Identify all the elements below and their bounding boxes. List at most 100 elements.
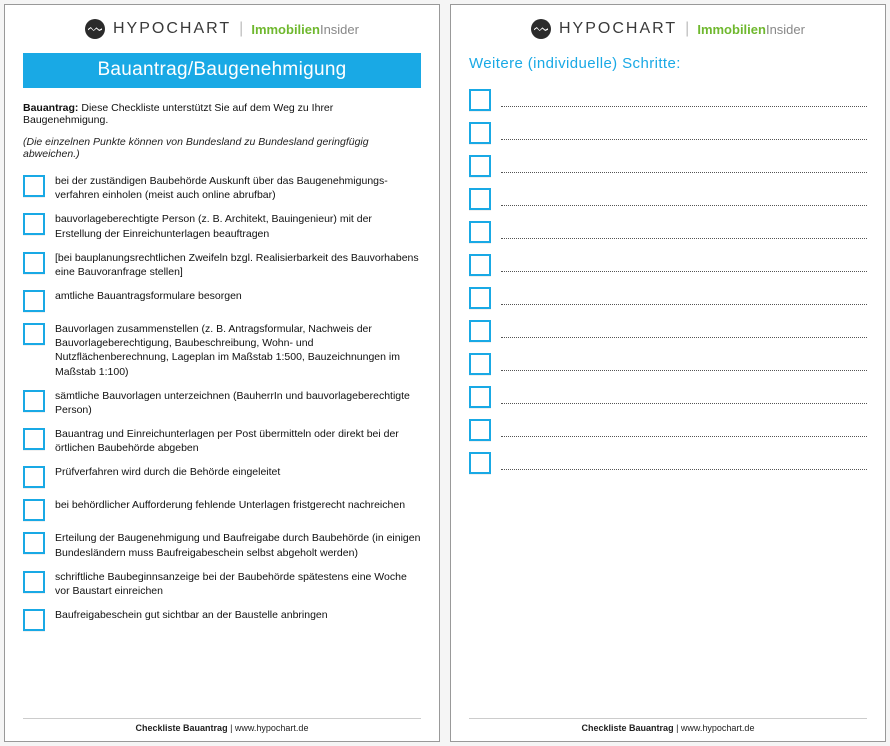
checkbox[interactable] <box>469 287 491 309</box>
sub-brand-green: Immobilien <box>251 22 320 37</box>
checklist-item-text: [bei bauplanungsrechtlichen Zweifeln bzg… <box>55 251 421 279</box>
checkbox[interactable] <box>23 213 45 235</box>
brand-divider: | <box>685 20 689 38</box>
checkbox[interactable] <box>23 252 45 274</box>
write-in-line[interactable] <box>501 159 867 173</box>
blank-row <box>469 418 867 441</box>
checkbox[interactable] <box>469 419 491 441</box>
write-in-line[interactable] <box>501 423 867 437</box>
sub-brand-green: Immobilien <box>697 22 766 37</box>
footer-sep: | <box>228 723 235 733</box>
checklist-item: bei der zuständigen Baubehörde Auskunft … <box>23 174 421 202</box>
blank-row <box>469 286 867 309</box>
checklist-item-text: amtliche Bauantragsformulare besorgen <box>55 289 242 303</box>
checklist-item-text: bauvorlageberechtigte Person (z. B. Arch… <box>55 212 421 240</box>
blank-row <box>469 154 867 177</box>
checkbox[interactable] <box>469 155 491 177</box>
checklist-item: Bauantrag und Einreichunterlagen per Pos… <box>23 427 421 455</box>
checklist: bei der zuständigen Baubehörde Auskunft … <box>23 174 421 631</box>
checklist-item-text: Baufreigabeschein gut sichtbar an der Ba… <box>55 608 328 622</box>
checkbox[interactable] <box>469 386 491 408</box>
brand-header: HYPOCHART | ImmobilienInsider <box>469 19 867 39</box>
write-in-line[interactable] <box>501 357 867 371</box>
footer-url: www.hypochart.de <box>681 723 755 733</box>
write-in-line[interactable] <box>501 291 867 305</box>
blank-row <box>469 220 867 243</box>
sub-brand-grey: Insider <box>766 22 805 37</box>
blank-checklist <box>469 88 867 474</box>
checkbox[interactable] <box>469 452 491 474</box>
brand-name: HYPOCHART <box>559 20 677 38</box>
checklist-item: [bei bauplanungsrechtlichen Zweifeln bzg… <box>23 251 421 279</box>
write-in-line[interactable] <box>501 390 867 404</box>
write-in-line[interactable] <box>501 192 867 206</box>
logo-icon <box>85 19 105 39</box>
checklist-item-text: Erteilung der Baugenehmigung und Baufrei… <box>55 531 421 559</box>
footer-sep: | <box>674 723 681 733</box>
blank-row <box>469 385 867 408</box>
page-footer: Checkliste Bauantrag | www.hypochart.de <box>23 718 421 733</box>
write-in-line[interactable] <box>501 225 867 239</box>
checklist-item-text: Prüfverfahren wird durch die Behörde ein… <box>55 465 280 479</box>
checkbox[interactable] <box>23 175 45 197</box>
checklist-item-text: bei behördlicher Aufforderung fehlende U… <box>55 498 405 512</box>
checklist-item: bei behördlicher Aufforderung fehlende U… <box>23 498 421 521</box>
checklist-item: Prüfverfahren wird durch die Behörde ein… <box>23 465 421 488</box>
checklist-item-text: schriftliche Baubeginnsanzeige bei der B… <box>55 570 421 598</box>
write-in-line[interactable] <box>501 324 867 338</box>
checkbox[interactable] <box>23 323 45 345</box>
checkbox[interactable] <box>23 532 45 554</box>
write-in-line[interactable] <box>501 93 867 107</box>
page-footer: Checkliste Bauantrag | www.hypochart.de <box>469 718 867 733</box>
footer-title: Checkliste Bauantrag <box>136 723 228 733</box>
write-in-line[interactable] <box>501 126 867 140</box>
checklist-item-text: Bauantrag und Einreichunterlagen per Pos… <box>55 427 421 455</box>
checkbox[interactable] <box>469 221 491 243</box>
page-title: Bauantrag/Baugenehmigung <box>23 53 421 88</box>
checkbox[interactable] <box>23 571 45 593</box>
blank-row <box>469 121 867 144</box>
checkbox[interactable] <box>23 428 45 450</box>
checkbox[interactable] <box>469 353 491 375</box>
checkbox[interactable] <box>23 390 45 412</box>
sub-brand-grey: Insider <box>320 22 359 37</box>
blank-row <box>469 352 867 375</box>
checklist-item: Baufreigabeschein gut sichtbar an der Ba… <box>23 608 421 631</box>
write-in-line[interactable] <box>501 258 867 272</box>
checkbox[interactable] <box>23 609 45 631</box>
checklist-item: Erteilung der Baugenehmigung und Baufrei… <box>23 531 421 559</box>
checklist-item-text: bei der zuständigen Baubehörde Auskunft … <box>55 174 421 202</box>
brand-divider: | <box>239 20 243 38</box>
brand-header: HYPOCHART | ImmobilienInsider <box>23 19 421 39</box>
checklist-item: bauvorlageberechtigte Person (z. B. Arch… <box>23 212 421 240</box>
page-1: HYPOCHART | ImmobilienInsider Bauantrag/… <box>4 4 440 742</box>
checkbox[interactable] <box>469 188 491 210</box>
footer-url: www.hypochart.de <box>235 723 309 733</box>
checkbox[interactable] <box>469 320 491 342</box>
checkbox[interactable] <box>23 466 45 488</box>
checklist-item: Bauvorlagen zusammenstellen (z. B. Antra… <box>23 322 421 379</box>
page-2: HYPOCHART | ImmobilienInsider Weitere (i… <box>450 4 886 742</box>
checkbox[interactable] <box>23 290 45 312</box>
checkbox[interactable] <box>23 499 45 521</box>
checklist-item-text: sämtliche Bauvorlagen unterzeichnen (Bau… <box>55 389 421 417</box>
checkbox[interactable] <box>469 89 491 111</box>
checkbox[interactable] <box>469 122 491 144</box>
blank-row <box>469 88 867 111</box>
write-in-line[interactable] <box>501 456 867 470</box>
blank-row <box>469 319 867 342</box>
sub-brand: ImmobilienInsider <box>251 22 359 37</box>
checkbox[interactable] <box>469 254 491 276</box>
blank-row <box>469 451 867 474</box>
footer-title: Checkliste Bauantrag <box>582 723 674 733</box>
checklist-item: schriftliche Baubeginnsanzeige bei der B… <box>23 570 421 598</box>
brand-name: HYPOCHART <box>113 20 231 38</box>
blank-row <box>469 187 867 210</box>
blank-row <box>469 253 867 276</box>
checklist-item: sämtliche Bauvorlagen unterzeichnen (Bau… <box>23 389 421 417</box>
checklist-item: amtliche Bauantragsformulare besorgen <box>23 289 421 312</box>
section-title: Weitere (individuelle) Schritte: <box>469 55 867 72</box>
disclaimer-note: (Die einzelnen Punkte können von Bundesl… <box>23 136 421 160</box>
intro-text: Bauantrag: Diese Checkliste unterstützt … <box>23 102 421 126</box>
logo-icon <box>531 19 551 39</box>
